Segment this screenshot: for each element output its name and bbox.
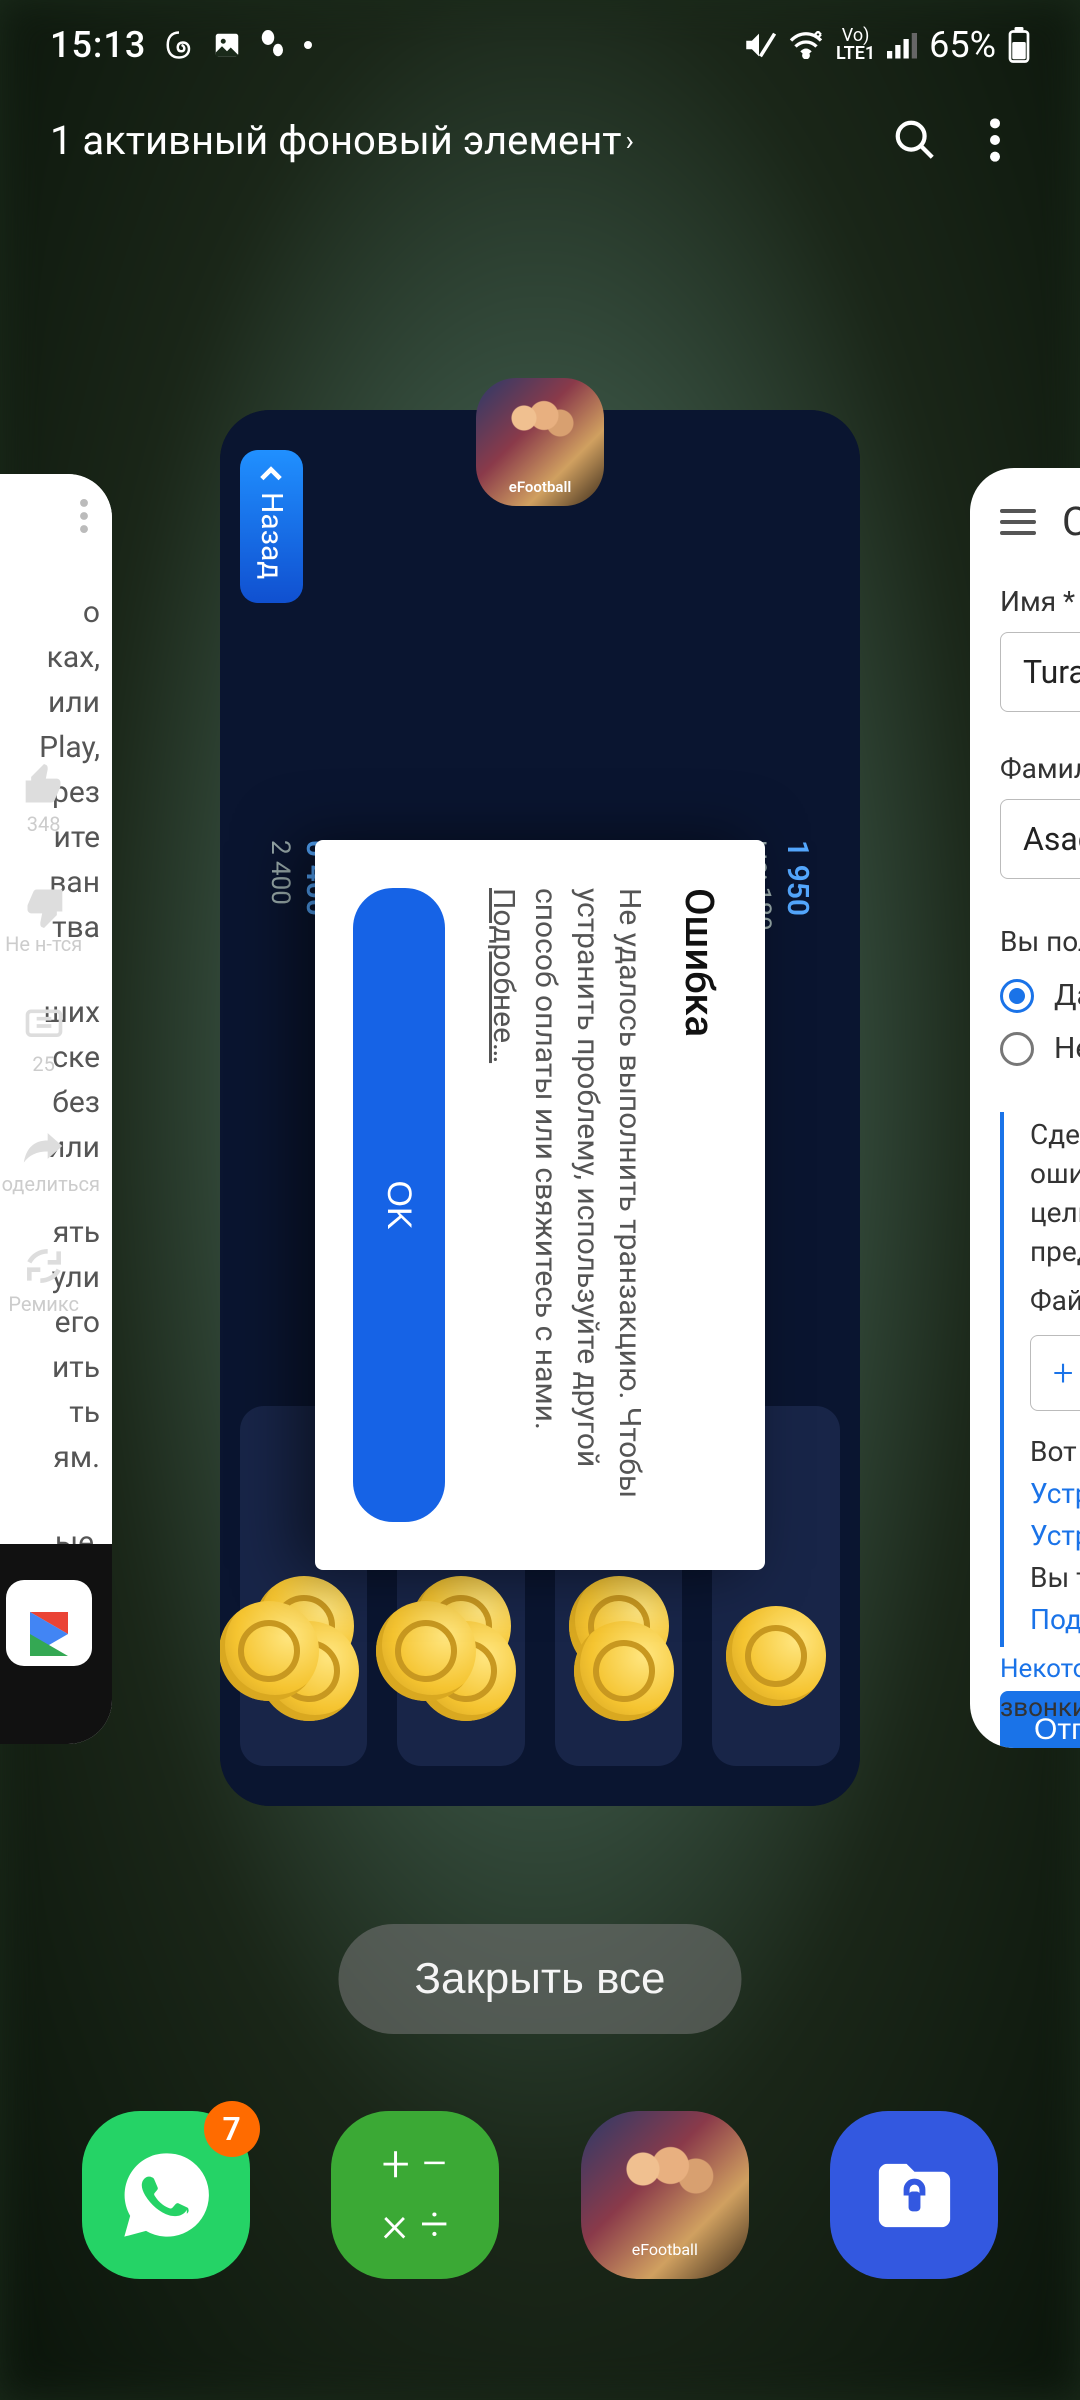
search-icon[interactable] [880,105,950,175]
dock-efootball-icon[interactable]: eFootball [581,2111,749,2279]
battery-percent: 65% [929,24,996,66]
name-field[interactable]: Tural [1000,632,1080,712]
dialog-more-link[interactable]: Подробнее… [486,888,521,1063]
wifi-icon [788,31,824,59]
recents-card-right[interactable]: Спр Имя * Tural Фамилия * Asadov Вы полу… [970,468,1080,1748]
recents-header: 1 активный фоновый элемент› [0,105,1080,175]
dock: 7 +−×÷ eFootball [0,2090,1080,2300]
mute-icon [742,28,776,62]
remix-button[interactable]: Ремикс [8,1244,79,1316]
radio-yes[interactable]: Да [1000,978,1080,1013]
statusbar-time: 15:13 [50,24,146,66]
hamburger-icon[interactable] [1000,509,1036,535]
surname-field[interactable]: Asadov [1000,799,1080,879]
left-card-actions: 348 Не н-тся 25 Поделиться Ремикс [0,764,100,1316]
dialog-body: Не удалось выполнить транзакцию. Чтобы у… [482,888,650,1522]
radio-no[interactable]: Нет [1000,1031,1080,1066]
signal-icon [887,31,917,59]
dialog-title: Ошибка [676,888,723,1522]
upload-button[interactable]: +Вы [1030,1335,1080,1411]
recents-cards: Назад 1 950 ые: 180 Оплаче 3 250 Беспла … [0,410,1080,1890]
recents-card-left[interactable]: о ках, или Play, рез ите ван тва ших ске… [0,474,112,1744]
help-links: Вот как с Устройст Устройст Вы также Под… [1030,1431,1080,1641]
more-dot-icon [304,41,312,49]
gallery-icon [212,30,242,60]
dock-calculator-icon[interactable]: +−×÷ [331,2111,499,2279]
comments-button[interactable]: 25 [22,1004,66,1076]
dislike-button[interactable]: Не н-тся [5,884,82,956]
link[interactable]: Поддерж [1030,1603,1080,1636]
close-all-button[interactable]: Закрыть все [338,1924,741,2034]
recents-card-center[interactable]: Назад 1 950 ые: 180 Оплаче 3 250 Беспла … [220,410,860,1806]
like-button[interactable]: 348 [22,764,66,836]
more-icon[interactable] [80,499,88,537]
name-label: Имя * [1000,585,1080,618]
background-apps-label[interactable]: 1 активный фоновый элемент› [50,117,634,164]
battery-icon [1008,27,1030,63]
share-button[interactable]: Поделиться [0,1124,100,1196]
dock-whatsapp-icon[interactable]: 7 [82,2111,250,2279]
dialog-ok-button[interactable]: OK [353,888,445,1522]
link[interactable]: Устройст [1030,1477,1080,1510]
center-app-icon[interactable]: eFootball [476,378,604,506]
more-icon[interactable] [960,105,1030,175]
volte-indicator: Vo) LTE1 [836,27,875,63]
footer-text: Некоторые данные буд звонки в сл [1000,1650,1080,1728]
threads-icon [164,30,194,60]
question-label: Вы получи [1000,925,1080,958]
notification-icon [260,30,286,60]
link[interactable]: Устройст [1030,1519,1080,1552]
status-bar: 15:13 Vo) LTE1 65% [0,0,1080,90]
dock-secure-folder-icon[interactable] [830,2111,998,2279]
surname-label: Фамилия * [1000,752,1080,785]
info-block: Сделайт ошибке. целиком предста Файл не … [1000,1112,1080,1647]
right-title: Спр [1062,498,1080,545]
google-play-icon[interactable] [6,1580,92,1666]
whatsapp-badge: 7 [204,2101,260,2157]
error-dialog: Ошибка Не удалось выполнить транзакцию. … [315,840,765,1570]
back-button[interactable]: Назад [240,450,303,603]
